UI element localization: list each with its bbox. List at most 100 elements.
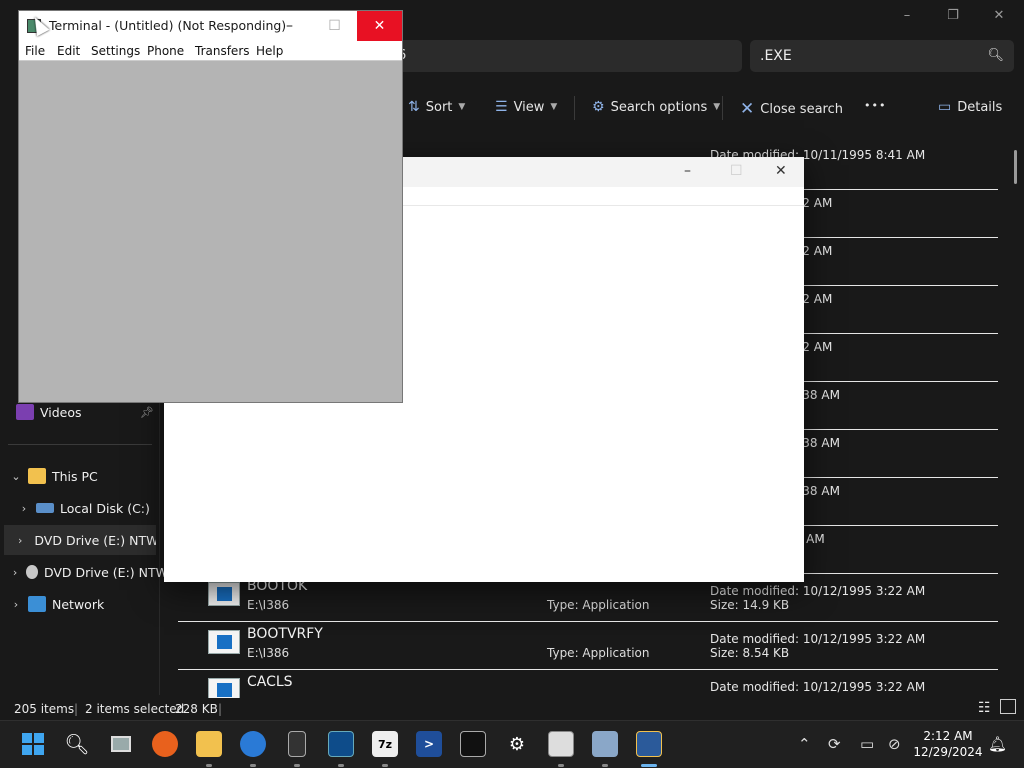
search-options-button[interactable]: ⚙ Search options ▼ — [592, 99, 720, 115]
terminal-title: Terminal - (Untitled) (Not Responding) — [49, 18, 287, 33]
menu-settings[interactable]: Settings — [91, 44, 140, 58]
command-bar: ⇅ Sort ▼ ☰ View ▼ ⚙ Search options ▼ ✕ C… — [400, 90, 1024, 126]
close-search-label: Close search — [760, 101, 843, 117]
chevron-right-icon[interactable]: › — [18, 534, 22, 547]
chevron-right-icon[interactable]: › — [10, 598, 22, 611]
tiles-view-icon[interactable] — [1000, 699, 1016, 714]
nav-item-label: Local Disk (C:) — [60, 500, 150, 516]
dialog-minimize-button[interactable]: – — [684, 163, 691, 179]
network-app-icon[interactable] — [592, 731, 618, 757]
command-separator — [722, 96, 723, 120]
sort-button[interactable]: ⇅ Sort ▼ — [408, 99, 465, 115]
row-path: E:\I386 — [247, 646, 290, 660]
globe-icon[interactable] — [240, 731, 266, 757]
start-button[interactable] — [20, 731, 46, 757]
show-hidden-icons-chevron[interactable]: ⌃ — [798, 735, 811, 753]
clock-time: 2:12 AM — [923, 729, 973, 743]
phone-app-icon[interactable] — [288, 731, 306, 757]
dvd-icon — [26, 565, 38, 579]
search-icon: 🔍︎ — [64, 732, 90, 756]
task-view-button[interactable] — [108, 731, 134, 757]
nav-item-label: Network — [52, 596, 105, 612]
command-separator — [574, 96, 575, 120]
close-search-button[interactable]: ✕ Close search — [740, 99, 843, 119]
explorer-minimize-button[interactable]: – — [884, 0, 930, 30]
volume-muted-icon[interactable]: ⊘ — [888, 735, 901, 753]
nav-item-dvd-drive[interactable]: › DVD Drive (E:) NTW — [10, 557, 168, 587]
running-indicator — [558, 764, 564, 767]
terminal-maximize-button[interactable]: ☐ — [312, 11, 357, 41]
row-date: Date modified: 10/12/1995 3:22 AM — [710, 680, 926, 694]
running-indicator — [338, 764, 344, 767]
dialog-close-button[interactable]: ✕ — [775, 163, 787, 179]
menu-file[interactable]: File — [25, 44, 45, 58]
nav-item-this-pc[interactable]: ⌄ This PC — [10, 461, 168, 491]
running-indicator — [382, 764, 388, 767]
terminal-minimize-button[interactable]: – — [267, 11, 312, 41]
chevron-right-icon[interactable]: › — [18, 502, 30, 515]
sort-icon: ⇅ — [408, 99, 420, 115]
vertical-scrollbar-thumb[interactable] — [1014, 150, 1017, 184]
terminal-window[interactable]: Terminal - (Untitled) (Not Responding) –… — [18, 10, 403, 403]
powershell-icon[interactable]: > — [416, 731, 442, 757]
row-path: E:\I386 — [247, 598, 290, 612]
close-icon: ✕ — [740, 99, 755, 119]
chevron-right-icon[interactable]: › — [10, 566, 20, 579]
sync-icon[interactable]: ⟳ — [828, 735, 841, 753]
search-button[interactable]: 🔍︎ — [64, 731, 90, 757]
dialog-maximize-button[interactable]: ☐ — [730, 163, 743, 179]
explorer-close-button[interactable]: ✕ — [976, 0, 1022, 30]
application-file-icon — [208, 582, 240, 606]
nav-item-network[interactable]: › Network — [10, 589, 168, 619]
address-bar[interactable]: 6 — [380, 40, 742, 72]
terminal-taskbar-icon[interactable] — [636, 731, 662, 757]
notification-bell-icon[interactable]: 🔔︎ — [988, 735, 1007, 753]
search-query: .EXE — [760, 48, 792, 64]
row-type: Type: Application — [547, 646, 650, 660]
taskbar: 🔍︎ 7z > ⚙ ⌃ ⟳ ▭ ⊘ 2:12 AM 12/29/2024 🔔︎ — [0, 720, 1024, 768]
table-row[interactable]: CACLS Date modified: 10/12/1995 3:22 AM — [178, 670, 998, 698]
chevron-down-icon: ▼ — [458, 102, 466, 112]
nav-item-label: DVD Drive (E:) NTW — [34, 532, 156, 548]
view-button[interactable]: ☰ View ▼ — [495, 99, 557, 115]
menu-help[interactable]: Help — [256, 44, 283, 58]
nav-item-local-disk[interactable]: › Local Disk (C:) — [18, 493, 176, 523]
details-label: Details — [957, 99, 1003, 115]
search-input[interactable]: .EXE 🔍︎ — [750, 40, 1014, 72]
menu-transfers[interactable]: Transfers — [195, 44, 250, 58]
view-label: View — [513, 99, 545, 115]
running-indicator — [206, 764, 212, 767]
display-icon[interactable]: ▭ — [860, 735, 874, 753]
row-size: Size: 14.9 KB — [710, 598, 790, 612]
nav-item-label: This PC — [52, 468, 98, 484]
command-prompt-icon[interactable] — [460, 731, 486, 757]
terminal-close-button[interactable]: ✕ — [357, 11, 402, 41]
search-options-label: Search options — [610, 99, 708, 115]
pin-icon[interactable]: 📌︎ — [140, 406, 154, 419]
status-separator: | — [74, 702, 79, 716]
status-separator: | — [218, 702, 223, 716]
search-icon[interactable]: 🔍︎ — [987, 48, 1004, 63]
system-clock[interactable]: 2:12 AM 12/29/2024 — [912, 728, 984, 760]
more-options-button[interactable]: ••• — [864, 99, 886, 112]
file-explorer-icon[interactable] — [196, 731, 222, 757]
menu-phone[interactable]: Phone — [147, 44, 184, 58]
explorer-maximize-button[interactable]: ❐ — [930, 0, 976, 30]
application-file-icon — [208, 678, 240, 698]
remote-desktop-icon[interactable] — [328, 731, 354, 757]
details-view-icon[interactable]: ☷ — [978, 700, 991, 716]
firefox-icon[interactable] — [152, 731, 178, 757]
status-bar: 205 items | 2 items selected 228 KB | ☷ — [0, 698, 1024, 720]
nav-item-dvd-drive-selected[interactable]: › DVD Drive (E:) NTW — [4, 525, 156, 555]
settings-gear-icon[interactable]: ⚙ — [504, 731, 530, 757]
row-type: Type: Application — [547, 598, 650, 612]
chevron-down-icon: ▼ — [550, 102, 558, 112]
table-row[interactable]: BOOTVRFY E:\I386 Type: Application Date … — [178, 622, 998, 670]
row-name: CACLS — [247, 674, 293, 690]
7zip-icon[interactable]: 7z — [372, 731, 398, 757]
menu-edit[interactable]: Edit — [57, 44, 80, 58]
terminal-titlebar[interactable]: Terminal - (Untitled) (Not Responding) –… — [19, 11, 402, 41]
chevron-down-icon[interactable]: ⌄ — [10, 470, 22, 483]
details-button[interactable]: ▭ Details — [938, 99, 1002, 115]
application-window-icon[interactable] — [548, 731, 574, 757]
